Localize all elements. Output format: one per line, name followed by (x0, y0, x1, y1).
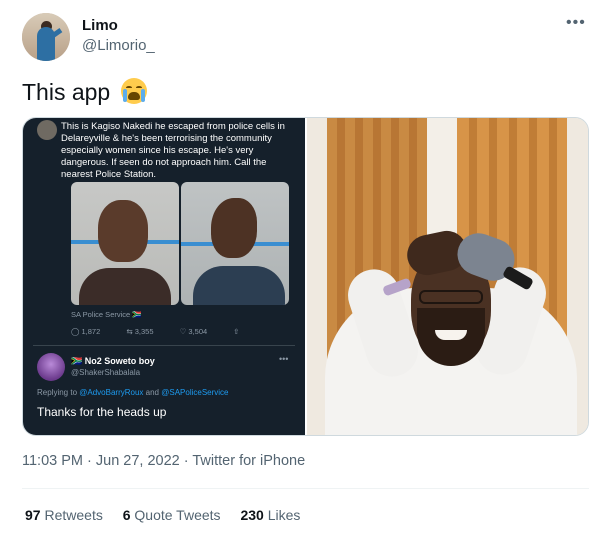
reply-count: 1,872 (81, 327, 101, 336)
reply-author-name: 🇿🇦 No2 Soweto boy (71, 356, 155, 366)
retweet-icon: ⇆ 3,355 (126, 327, 154, 336)
quotes-stat[interactable]: 6 Quote Tweets (123, 507, 221, 523)
likes-count: 230 (240, 507, 264, 523)
embedded-actions: ◯ 1,872 ⇆ 3,355 ♡ 3,504 ⇧ (71, 327, 252, 336)
reply-text: Thanks for the heads up (37, 405, 167, 419)
reply-author-handle: @ShakerShabalala (71, 368, 141, 377)
person-glasses (419, 290, 483, 304)
tweet-text: This app (22, 78, 147, 106)
like-icon: ♡ 3,504 (179, 327, 208, 336)
tweet-media[interactable]: This is Kagiso Nakedi he escaped from po… (22, 117, 589, 436)
retweet-count: 3,355 (134, 327, 154, 336)
replying-to: Replying to @AdvoBarryRoux and @SAPolice… (37, 388, 229, 397)
quotes-label: Quote Tweets (134, 507, 221, 523)
retweets-count: 97 (25, 507, 41, 523)
likes-stat[interactable]: 230 Likes (240, 507, 300, 523)
retweets-stat[interactable]: 97 Retweets (25, 507, 103, 523)
replying-and: and (145, 388, 160, 397)
mugshot-profile-image (181, 182, 289, 305)
retweets-label: Retweets (44, 507, 103, 523)
replying-prefix: Replying to (37, 388, 78, 397)
engagement-stats: 97 Retweets 6 Quote Tweets 230 Likes (25, 507, 316, 523)
reply-more-icon: ••• (279, 354, 289, 364)
person-smile (435, 330, 467, 340)
tweet-text-content: This app (22, 79, 111, 105)
author-handle[interactable]: @Limorio_ (82, 37, 155, 54)
tweet-card: Limo @Limorio_ ••• This app This is Kagi… (0, 0, 614, 534)
stats-divider (22, 488, 589, 489)
replying-mention-1: @AdvoBarryRoux (79, 388, 144, 397)
quotes-count: 6 (122, 507, 131, 523)
share-icon: ⇧ (233, 327, 240, 336)
reply-icon: ◯ 1,872 (71, 327, 101, 336)
embedded-tweet-text: This is Kagiso Nakedi he escaped from po… (61, 121, 285, 180)
tweet-timestamp[interactable]: 11:03 PM · Jun 27, 2022 · Twitter for iP… (22, 453, 305, 469)
mugshot-front-image (71, 182, 179, 305)
reaction-photo[interactable] (307, 118, 588, 435)
embedded-tweet-screenshot[interactable]: This is Kagiso Nakedi he escaped from po… (23, 118, 305, 435)
replying-mention-2: @SAPoliceService (161, 388, 229, 397)
like-count: 3,504 (188, 327, 208, 336)
more-horizontal-icon[interactable]: ••• (566, 14, 586, 32)
likes-label: Likes (267, 507, 301, 523)
loudly-crying-face-icon (120, 78, 147, 104)
embedded-avatar (37, 120, 57, 140)
embedded-divider (33, 345, 295, 346)
embedded-source: SA Police Service 🇿🇦 (71, 310, 142, 319)
author-name[interactable]: Limo (82, 17, 118, 34)
reply-avatar (37, 353, 65, 381)
author-avatar[interactable] (22, 13, 70, 61)
